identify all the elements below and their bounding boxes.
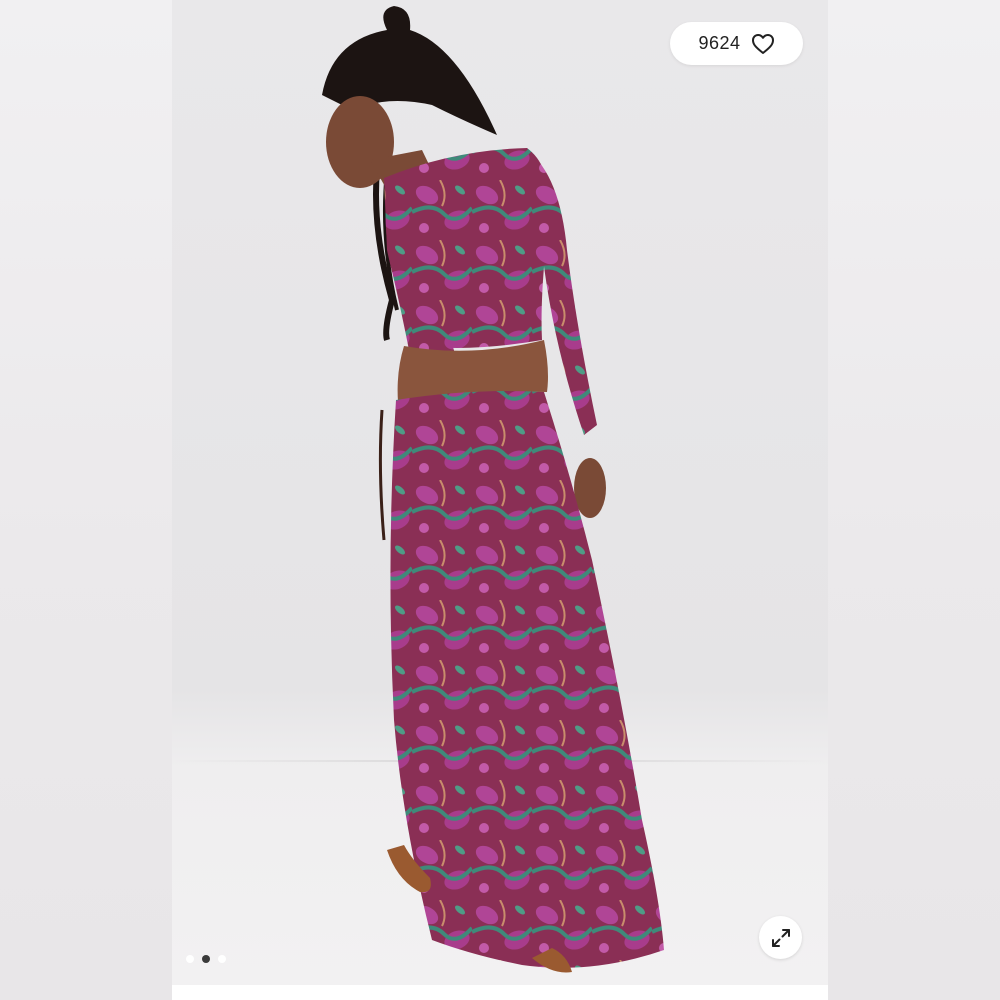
right-blurred-background	[828, 0, 1000, 1000]
pagination-dot[interactable]	[186, 955, 194, 963]
heart-outline-icon	[751, 33, 774, 54]
like-button[interactable]: 9624	[670, 22, 803, 65]
carousel-pagination	[186, 955, 226, 963]
expand-image-button[interactable]	[759, 916, 802, 959]
pagination-dot[interactable]	[218, 955, 226, 963]
product-photo[interactable]	[172, 0, 828, 985]
pagination-dot-active[interactable]	[202, 955, 210, 963]
model-figure	[322, 6, 664, 973]
like-count: 9624	[698, 33, 741, 53]
left-blurred-background	[0, 0, 172, 1000]
expand-arrows-icon	[771, 928, 790, 947]
